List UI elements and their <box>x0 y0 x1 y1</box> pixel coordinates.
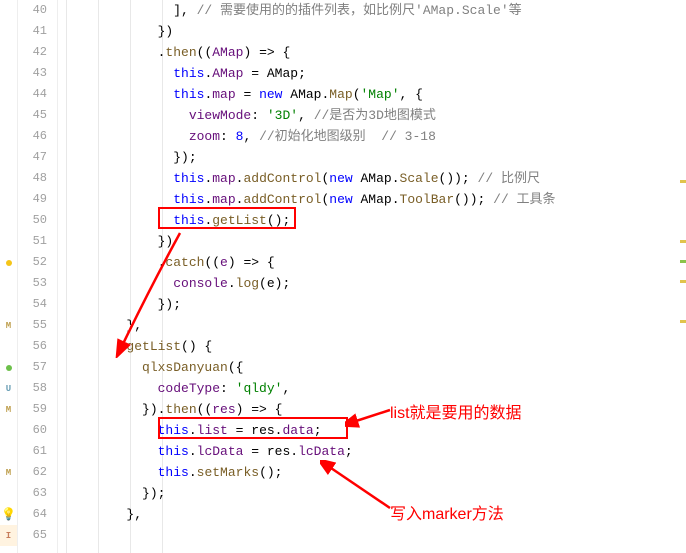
code-line[interactable]: }); <box>64 147 686 168</box>
marker-cell: U <box>0 378 17 399</box>
marker-cell: M <box>0 399 17 420</box>
code-line[interactable]: zoom: 8, //初始化地图级别 // 3-18 <box>64 126 686 147</box>
code-line[interactable]: .catch((e) => { <box>64 252 686 273</box>
code-line[interactable]: codeType: 'qldy', <box>64 378 686 399</box>
code-line[interactable]: }) <box>64 21 686 42</box>
line-number[interactable]: 47 <box>18 147 47 168</box>
marker-cell <box>0 483 17 504</box>
marker-cell <box>0 441 17 462</box>
marker-cell <box>0 21 17 42</box>
line-number[interactable]: 46 <box>18 126 47 147</box>
line-number[interactable]: 52 <box>18 252 47 273</box>
change-markers-gutter: MUMM💡I <box>0 0 18 553</box>
line-number[interactable]: 61 <box>18 441 47 462</box>
marker-cell: 💡 <box>0 504 17 525</box>
marker-cell: I <box>0 525 17 546</box>
marker-cell <box>0 0 17 21</box>
line-number[interactable]: 58 <box>18 378 47 399</box>
line-number[interactable]: 56 <box>18 336 47 357</box>
code-line[interactable]: this.lcData = res.lcData; <box>64 441 686 462</box>
marker-cell <box>0 42 17 63</box>
line-number[interactable]: 48 <box>18 168 47 189</box>
marker-cell <box>0 126 17 147</box>
marker-cell <box>0 189 17 210</box>
marker-cell <box>0 105 17 126</box>
line-number-gutter: 4041424344454647484950515253545556575859… <box>18 0 58 553</box>
line-number[interactable]: 55 <box>18 315 47 336</box>
marker-cell <box>0 231 17 252</box>
marker-cell <box>0 168 17 189</box>
line-number[interactable]: 65 <box>18 525 47 546</box>
marker-cell <box>0 63 17 84</box>
line-number[interactable]: 42 <box>18 42 47 63</box>
line-number[interactable]: 57 <box>18 357 47 378</box>
marker-cell <box>0 420 17 441</box>
code-line[interactable]: }) <box>64 231 686 252</box>
overview-ruler <box>680 0 686 553</box>
code-line[interactable]: this.setMarks(); <box>64 462 686 483</box>
marker-cell <box>0 210 17 231</box>
marker-cell <box>0 84 17 105</box>
line-number[interactable]: 50 <box>18 210 47 231</box>
line-number[interactable]: 53 <box>18 273 47 294</box>
ok-dot-icon <box>6 365 12 371</box>
code-line[interactable]: ], // 需要使用的的插件列表，如比例尺'AMap.Scale'等 <box>64 0 686 21</box>
line-number[interactable]: 60 <box>18 420 47 441</box>
line-number[interactable]: 41 <box>18 21 47 42</box>
code-line[interactable]: qlxsDanyuan({ <box>64 357 686 378</box>
code-line[interactable]: this.AMap = AMap; <box>64 63 686 84</box>
code-line[interactable]: this.map.addControl(new AMap.ToolBar());… <box>64 189 686 210</box>
code-line[interactable]: this.map = new AMap.Map('Map', { <box>64 84 686 105</box>
code-line[interactable]: }).then((res) => { <box>64 399 686 420</box>
line-number[interactable]: 54 <box>18 294 47 315</box>
code-editor[interactable]: MUMM💡I 404142434445464748495051525354555… <box>0 0 686 553</box>
code-line[interactable]: this.map.addControl(new AMap.Scale()); /… <box>64 168 686 189</box>
warning-dot-icon <box>6 260 12 266</box>
code-line[interactable]: getList() { <box>64 336 686 357</box>
lightbulb-icon[interactable]: 💡 <box>1 507 16 522</box>
line-number[interactable]: 59 <box>18 399 47 420</box>
marker-cell: M <box>0 462 17 483</box>
marker-cell <box>0 294 17 315</box>
code-line[interactable]: this.getList(); <box>64 210 686 231</box>
code-line[interactable]: viewMode: '3D', //是否为3D地图模式 <box>64 105 686 126</box>
line-number[interactable]: 44 <box>18 84 47 105</box>
code-content[interactable]: ], // 需要使用的的插件列表，如比例尺'AMap.Scale'等 }) .t… <box>58 0 686 553</box>
line-number[interactable]: 45 <box>18 105 47 126</box>
line-number[interactable]: 43 <box>18 63 47 84</box>
marker-cell <box>0 147 17 168</box>
marker-cell <box>0 252 17 273</box>
marker-cell <box>0 336 17 357</box>
line-number[interactable]: 62 <box>18 462 47 483</box>
line-number[interactable]: 63 <box>18 483 47 504</box>
line-number[interactable]: 51 <box>18 231 47 252</box>
code-line[interactable]: .then((AMap) => { <box>64 42 686 63</box>
line-number[interactable]: 64 <box>18 504 47 525</box>
code-line[interactable]: this.list = res.data; <box>64 420 686 441</box>
code-line[interactable]: }, <box>64 504 686 525</box>
code-line[interactable]: console.log(e); <box>64 273 686 294</box>
code-line[interactable] <box>64 525 686 546</box>
code-line[interactable]: }, <box>64 315 686 336</box>
marker-cell: M <box>0 315 17 336</box>
marker-cell <box>0 273 17 294</box>
code-line[interactable]: }); <box>64 483 686 504</box>
code-line[interactable]: }); <box>64 294 686 315</box>
line-number[interactable]: 49 <box>18 189 47 210</box>
marker-cell <box>0 357 17 378</box>
line-number[interactable]: 40 <box>18 0 47 21</box>
